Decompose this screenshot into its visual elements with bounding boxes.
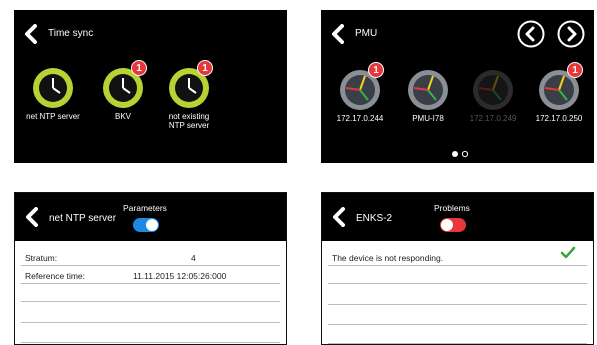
problem-text: The device is not responding. (332, 253, 444, 263)
pmu-device-item[interactable]: 172.17.0.249 (458, 68, 528, 123)
ntp-server-item[interactable]: 1 BKV (88, 60, 158, 121)
item-label-line1: not existing (168, 112, 210, 121)
pmu-device-item[interactable]: PMU-I78 (393, 68, 463, 123)
phasor-gauge-icon (473, 70, 513, 110)
pmu-device-item[interactable]: 1 172.17.0.250 (524, 62, 594, 123)
toggle-knob (146, 219, 158, 231)
param-row (21, 325, 280, 343)
pmu-device-item[interactable]: 1 172.17.0.244 (325, 62, 395, 123)
problem-row (328, 307, 587, 325)
page-title: ENKS-2 (356, 213, 393, 224)
param-value: 4 (191, 253, 196, 263)
ntp-server-item[interactable]: net NTP server (18, 66, 88, 121)
page-dot-active (452, 151, 458, 157)
item-label: BKV (114, 112, 131, 121)
param-key: Stratum: (25, 253, 58, 263)
ntp-server-item[interactable]: 1 not existing NTP server (154, 60, 224, 130)
parameters-screen: net NTP server Parameters Stratum: 4 Ref… (14, 192, 287, 345)
param-key: Reference time: (25, 271, 85, 281)
back-chevron-icon[interactable] (331, 24, 345, 44)
header-bar: net NTP server Parameters (15, 193, 286, 241)
alert-badge: 1 (567, 62, 583, 78)
alert-badge: 1 (131, 60, 147, 76)
previous-page-button[interactable] (517, 20, 545, 48)
device-label: 172.17.0.249 (469, 114, 517, 123)
param-row (21, 305, 280, 323)
toggle-caption: Parameters (123, 203, 167, 213)
param-row: Stratum: 4 (21, 248, 280, 266)
back-chevron-icon[interactable] (332, 207, 346, 227)
problem-row (328, 326, 587, 344)
problems-toggle[interactable] (440, 218, 466, 232)
page-dot (461, 150, 469, 158)
phasor-gauge-icon (408, 70, 448, 110)
param-row: Reference time: 11.11.2015 12:05:26:000 (21, 266, 280, 284)
problem-row[interactable]: The device is not responding. (328, 246, 587, 266)
checkmark-icon (560, 246, 576, 259)
next-page-button[interactable] (557, 20, 585, 48)
toggle-knob (441, 219, 453, 231)
toggle-caption: Problems (434, 203, 470, 213)
back-chevron-icon[interactable] (25, 207, 39, 227)
problem-row (328, 266, 587, 284)
param-row (21, 284, 280, 302)
time-sync-screen: Time sync net NTP server 1 BKV 1 not exi… (14, 10, 287, 163)
problems-screen: ENKS-2 Problems The device is not respon… (321, 192, 594, 345)
page-title: PMU (355, 28, 378, 39)
device-label: 172.17.0.250 (535, 114, 583, 123)
pmu-screen: PMU 1 172.17.0.244 PMU-I78 172.17.0.249 … (321, 10, 594, 163)
alert-badge: 1 (368, 62, 384, 78)
device-label: PMU-I78 (412, 114, 444, 123)
page-title: Time sync (48, 28, 94, 39)
clock-icon (33, 68, 73, 108)
parameters-toggle[interactable] (133, 218, 159, 232)
item-label: net NTP server (26, 112, 80, 121)
back-chevron-icon[interactable] (24, 24, 38, 44)
device-label: 172.17.0.244 (336, 114, 384, 123)
problem-row (328, 287, 587, 305)
header-bar: ENKS-2 Problems (322, 193, 593, 241)
alert-badge: 1 (197, 60, 213, 76)
page-indicator (452, 150, 469, 158)
item-label-line2: NTP server (168, 121, 210, 130)
param-value: 11.11.2015 12:05:26:000 (133, 271, 227, 281)
page-title: net NTP server (49, 213, 117, 224)
